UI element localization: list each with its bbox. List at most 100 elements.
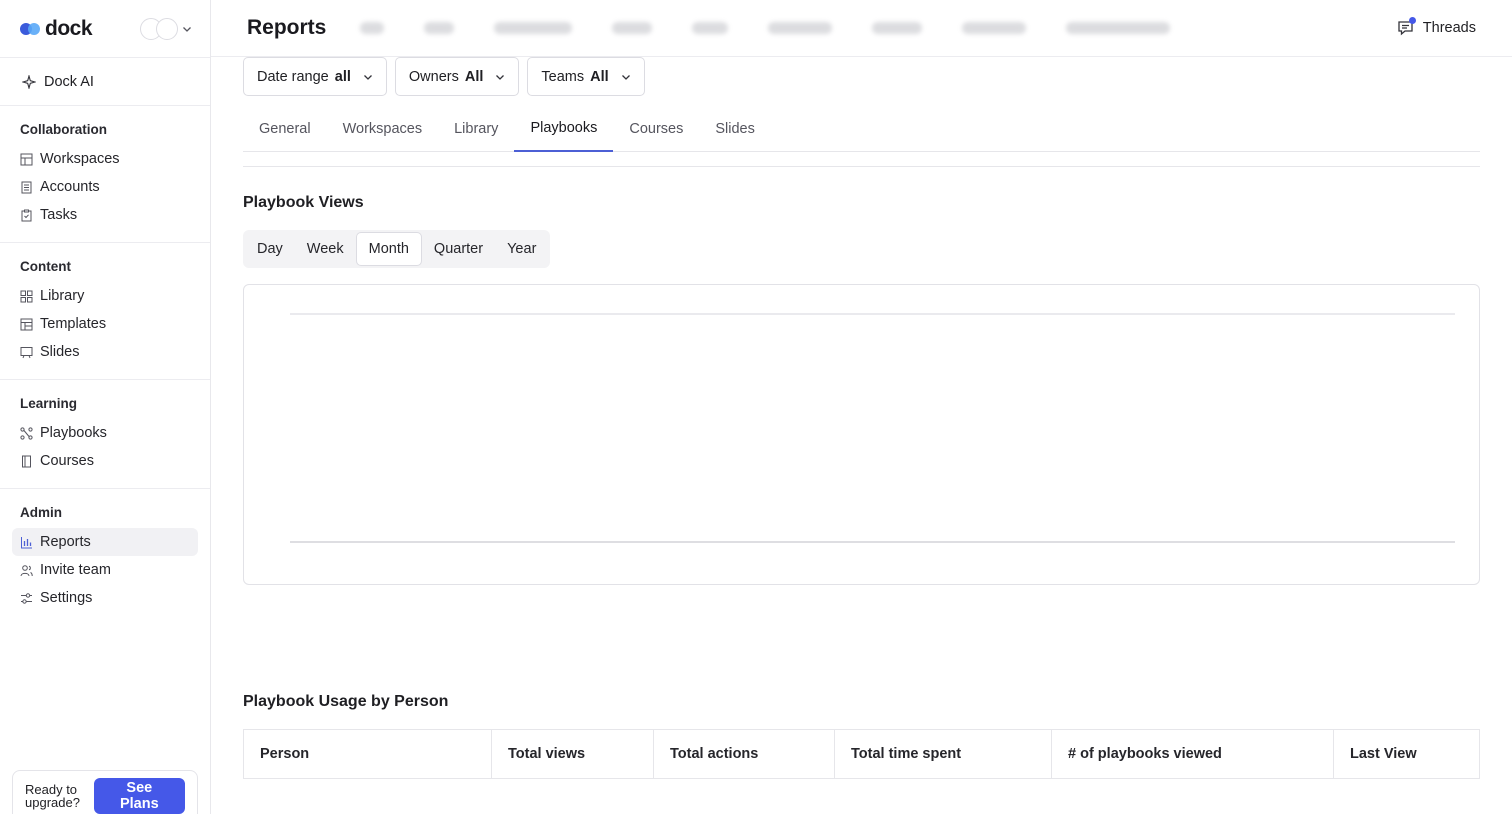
period-month[interactable]: Month (355, 232, 422, 266)
accounts-icon (21, 181, 32, 193)
filter-bar: Date range all Owners All Teams All (243, 57, 645, 96)
workspace-switcher[interactable] (140, 17, 192, 40)
tab-playbooks[interactable]: Playbooks (514, 106, 614, 152)
sidebar-item-templates[interactable]: Templates (12, 310, 198, 338)
workspace-avatars (140, 17, 178, 40)
sidebar-section-admin: Admin Reports Invite team Settings (0, 489, 210, 625)
sidebar-item-label: Courses (40, 453, 94, 469)
workspaces-icon (20, 153, 33, 165)
column-header-total-actions[interactable]: Total actions (654, 730, 835, 778)
chevron-down-icon (621, 74, 630, 80)
period-year[interactable]: Year (495, 232, 548, 266)
sidebar-item-reports[interactable]: Reports (12, 528, 198, 556)
main-content: Reports Threads Date range all Owners Al… (211, 0, 1512, 814)
sidebar-item-invite-team[interactable]: Invite team (12, 556, 198, 584)
courses-icon (22, 455, 31, 467)
sidebar-item-label: Settings (40, 590, 93, 606)
tab-workspaces[interactable]: Workspaces (327, 106, 439, 152)
sidebar-item-library[interactable]: Library (12, 282, 198, 310)
sidebar-item-playbooks[interactable]: Playbooks (12, 419, 198, 447)
upgrade-text: Ready to upgrade? (25, 782, 80, 810)
brand-name: dock (45, 16, 93, 40)
upgrade-card: Ready to upgrade? See Plans (12, 770, 198, 814)
chevron-down-icon (363, 74, 372, 80)
sidebar: dock Dock AI Collaboration Workspaces Ac… (0, 0, 211, 814)
tasks-icon (21, 209, 32, 221)
playbook-usage-title: Playbook Usage by Person (243, 693, 449, 710)
chevron-down-icon (496, 74, 505, 80)
column-header-person[interactable]: Person (244, 730, 492, 778)
dock-ai-label: Dock AI (44, 73, 94, 90)
sidebar-item-slides[interactable]: Slides (12, 338, 198, 366)
reports-icon (21, 536, 32, 548)
tab-courses[interactable]: Courses (613, 106, 699, 152)
invite-team-icon (20, 564, 33, 576)
sidebar-item-label: Invite team (40, 562, 111, 578)
section-title: Learning (20, 396, 78, 411)
filter-value: all (334, 68, 351, 85)
teams-filter[interactable]: Teams All (527, 57, 645, 96)
sidebar-item-label: Templates (40, 316, 107, 332)
threads-button[interactable]: Threads (1397, 17, 1476, 37)
sidebar-item-label: Playbooks (40, 425, 107, 441)
sidebar-item-label: Reports (40, 534, 91, 550)
tab-library[interactable]: Library (438, 106, 514, 152)
tab-slides[interactable]: Slides (699, 106, 771, 152)
chart-canvas (290, 313, 1455, 543)
threads-icon (1397, 17, 1416, 37)
sidebar-item-accounts[interactable]: Accounts (12, 173, 198, 201)
sidebar-item-tasks[interactable]: Tasks (12, 201, 198, 229)
sidebar-item-courses[interactable]: Courses (12, 447, 198, 475)
sidebar-item-label: Slides (40, 344, 80, 360)
sidebar-item-settings[interactable]: Settings (12, 584, 198, 612)
section-title: Admin (20, 505, 62, 520)
sidebar-item-label: Workspaces (40, 151, 120, 167)
page-title: Reports (247, 16, 327, 39)
period-quarter[interactable]: Quarter (422, 232, 495, 266)
settings-icon (21, 592, 32, 604)
tab-general[interactable]: General (243, 106, 327, 152)
column-header-last-view[interactable]: Last View (1334, 730, 1479, 778)
sidebar-item-label: Accounts (40, 179, 100, 195)
blurred-nav (360, 22, 1171, 34)
templates-icon (20, 318, 33, 330)
filter-label: Owners (408, 68, 459, 85)
usage-table-header: Person Total views Total actions Total t… (243, 729, 1480, 779)
filter-value: All (590, 68, 609, 85)
chevron-down-icon (183, 26, 191, 32)
report-tabs: General Workspaces Library Playbooks Cou… (243, 106, 1480, 152)
owners-filter[interactable]: Owners All (394, 57, 520, 96)
top-bar: Reports Threads (211, 0, 1512, 57)
section-title: Collaboration (20, 122, 107, 137)
column-header-total-time-spent[interactable]: Total time spent (835, 730, 1052, 778)
period-selector: Day Week Month Quarter Year (243, 230, 551, 268)
playbook-views-chart (243, 284, 1480, 585)
sidebar-section-collaboration: Collaboration Workspaces Accounts Tasks (0, 106, 210, 243)
divider (243, 166, 1480, 167)
period-week[interactable]: Week (295, 232, 356, 266)
period-day[interactable]: Day (245, 232, 295, 266)
filter-label: Date range (257, 68, 329, 85)
filter-value: All (464, 68, 484, 85)
sidebar-item-label: Tasks (40, 207, 78, 223)
sidebar-section-content: Content Library Templates Slides (0, 243, 210, 380)
column-header-total-views[interactable]: Total views (492, 730, 654, 778)
filter-label: Teams (541, 68, 585, 85)
notification-dot (1408, 17, 1416, 24)
dock-logo[interactable]: dock (20, 16, 93, 41)
dock-logo-icon (20, 22, 42, 36)
brand-header: dock (0, 0, 210, 58)
library-icon (20, 290, 33, 302)
date-range-filter[interactable]: Date range all (243, 57, 387, 96)
section-title: Content (20, 259, 71, 274)
playbooks-icon (20, 426, 33, 440)
slides-icon (20, 346, 33, 358)
see-plans-button[interactable]: See Plans (93, 778, 185, 814)
dock-ai-button[interactable]: Dock AI (0, 58, 210, 106)
sidebar-section-learning: Learning Playbooks Courses (0, 380, 210, 489)
playbook-views-title: Playbook Views (243, 194, 364, 211)
sidebar-item-workspaces[interactable]: Workspaces (12, 145, 198, 173)
column-header-playbooks-viewed[interactable]: # of playbooks viewed (1052, 730, 1334, 778)
sparkle-icon (22, 74, 36, 89)
sidebar-item-label: Library (40, 288, 85, 304)
